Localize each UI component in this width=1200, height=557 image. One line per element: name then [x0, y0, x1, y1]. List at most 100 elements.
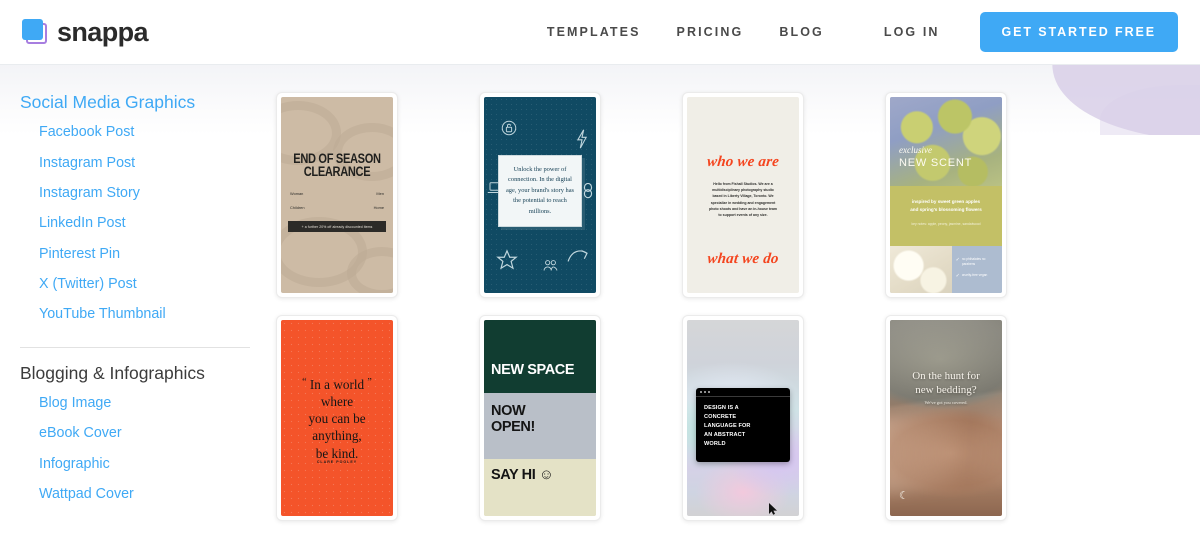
check-icon: ✓	[955, 257, 960, 263]
template-gallery: END OF SEASON CLEARANCE Woman Men Childr…	[276, 92, 1200, 521]
window-titlebar	[696, 388, 790, 397]
clearance-banner: + a further 20% off already discounted i…	[288, 221, 386, 232]
sidebar-item-youtube-thumbnail[interactable]: YouTube Thumbnail	[18, 299, 276, 329]
sidebar-item-facebook-post[interactable]: Facebook Post	[18, 117, 276, 147]
page-root: snappa TEMPLATES PRICING BLOG LOG IN GET…	[0, 0, 1200, 557]
template-card-clearance[interactable]: END OF SEASON CLEARANCE Woman Men Childr…	[276, 92, 398, 298]
new-scent-notes: key notes: apple, peony, jasmine, sandal…	[911, 222, 981, 227]
template-grid: END OF SEASON CLEARANCE Woman Men Childr…	[276, 92, 1178, 521]
template-thumbnail: NEW SPACE NOW OPEN! SAY HI ☺	[484, 320, 596, 516]
quote-line-1: In a world	[309, 377, 365, 392]
quote-line-5: be kind.	[315, 445, 359, 461]
who-we-are-headline: who we are	[706, 154, 780, 170]
template-card-who-we-are[interactable]: who we are Hello from Fishall Studios. W…	[682, 92, 804, 298]
clearance-category-woman: Woman	[290, 191, 304, 196]
category-sidebar: Social Media Graphics Facebook Post Inst…	[0, 92, 276, 521]
sidebar-item-ebook-cover[interactable]: eBook Cover	[18, 418, 276, 448]
template-card-new-scent[interactable]: exclusive NEW SCENT inspired by sweet gr…	[885, 92, 1007, 298]
new-scent-tagline-line1: inspired by sweet green apples	[911, 199, 981, 204]
sidebar-heading-blogging[interactable]: Blogging & Infographics	[18, 363, 276, 388]
new-space-band2-line2: OPEN!	[491, 419, 535, 436]
what-we-do-headline: what we do	[706, 251, 780, 267]
quote-line-3: you can be	[308, 411, 366, 427]
who-we-are-body: Hello from Fishall Studios. We are a mul…	[708, 182, 778, 218]
main-navigation: TEMPLATES PRICING BLOG LOG IN GET STARTE…	[547, 12, 1200, 52]
design-line-4: AN ABSTRACT	[704, 432, 746, 439]
design-line-3: LANGUAGE FOR	[704, 423, 751, 430]
new-scent-title: NEW SCENT	[899, 157, 973, 169]
lock-icon	[500, 119, 518, 137]
template-thumbnail: who we are Hello from Fishall Studios. W…	[687, 97, 799, 293]
bedding-headline-line2: new bedding?	[915, 383, 977, 396]
template-thumbnail: On the hunt for new bedding? We've got y…	[890, 320, 1002, 516]
template-card-bedding[interactable]: On the hunt for new bedding? We've got y…	[885, 315, 1007, 521]
new-space-band3-text: SAY HI ☺	[491, 467, 554, 483]
quote-line-2: where	[320, 394, 354, 410]
bedding-headline-line1: On the hunt for	[912, 370, 980, 382]
template-card-be-kind-quote[interactable]: “ In a world ” where you can be anything…	[276, 315, 398, 521]
sidebar-heading-social-media[interactable]: Social Media Graphics	[18, 92, 276, 117]
bedding-subline: We've got you covered.	[924, 400, 968, 405]
sidebar-group-social-media: Social Media Graphics Facebook Post Inst…	[18, 92, 276, 330]
template-thumbnail: DESIGN IS A CONCRETE LANGUAGE FOR AN ABS…	[687, 320, 799, 516]
new-scent-tagline-band: inspired by sweet green apples and sprin…	[890, 186, 1002, 246]
sidebar-item-instagram-post[interactable]: Instagram Post	[18, 147, 276, 177]
logo[interactable]: snappa	[22, 17, 149, 48]
bedding-headline: On the hunt for new bedding?	[898, 370, 994, 398]
be-kind-quote: “ In a world ” where you can be anything…	[288, 376, 386, 462]
nav-item-login[interactable]: LOG IN	[884, 19, 940, 45]
curved-arrow-icon	[566, 247, 590, 265]
apples-photo	[890, 97, 1002, 186]
site-header: snappa TEMPLATES PRICING BLOG LOG IN GET…	[0, 0, 1200, 65]
new-space-band1-text: NEW SPACE	[491, 362, 575, 378]
clearance-categories: Woman Men Children Home	[290, 191, 384, 210]
clearance-category-home: Home	[373, 205, 384, 210]
nav-item-blog[interactable]: BLOG	[779, 19, 824, 45]
clearance-category-men: Men	[376, 191, 384, 196]
browser-window-mock: DESIGN IS A CONCRETE LANGUAGE FOR AN ABS…	[696, 388, 790, 463]
open-quote-mark: “	[302, 377, 307, 388]
design-language-text: DESIGN IS A CONCRETE LANGUAGE FOR AN ABS…	[696, 397, 790, 462]
page-content: Social Media Graphics Facebook Post Inst…	[0, 65, 1200, 521]
window-dot-icon	[704, 391, 706, 393]
nav-item-templates[interactable]: TEMPLATES	[547, 19, 641, 45]
clearance-category-children: Children	[290, 205, 305, 210]
star-icon	[496, 249, 518, 271]
sidebar-item-wattpad-cover[interactable]: Wattpad Cover	[18, 479, 276, 509]
clearance-title-line2: CLEARANCE	[303, 164, 371, 179]
window-dot-icon	[700, 391, 702, 393]
design-line-2: CONCRETE	[704, 414, 737, 421]
sidebar-group-blogging: Blogging & Infographics Blog Image eBook…	[18, 363, 276, 510]
template-card-design-language[interactable]: DESIGN IS A CONCRETE LANGUAGE FOR AN ABS…	[682, 315, 804, 521]
window-dot-icon	[708, 391, 710, 393]
sidebar-item-blog-image[interactable]: Blog Image	[18, 388, 276, 418]
sidebar-item-pinterest-pin[interactable]: Pinterest Pin	[18, 239, 276, 269]
template-card-unlock-power[interactable]: Unlock the power of connection. In the d…	[479, 92, 601, 298]
new-scent-tagline-line2: and spring's blossoming flowers	[910, 207, 982, 213]
sidebar-item-infographic[interactable]: Infographic	[18, 448, 276, 478]
template-thumbnail: END OF SEASON CLEARANCE Woman Men Childr…	[281, 97, 393, 293]
quote-line-4: anything,	[312, 428, 362, 444]
unlock-quote-text: Unlock the power of connection. In the d…	[498, 155, 582, 227]
flower-photo	[890, 246, 952, 293]
snappa-logo-icon	[22, 19, 48, 45]
template-thumbnail: “ In a world ” where you can be anything…	[281, 320, 393, 516]
design-line-5: WORLD	[704, 441, 726, 448]
sidebar-divider	[20, 346, 250, 348]
new-scent-claim-1: no phthalates no parabens	[961, 257, 986, 266]
get-started-free-button[interactable]: GET STARTED FREE	[979, 12, 1178, 52]
lightning-bolt-icon	[575, 129, 589, 149]
loop-icon	[582, 183, 594, 199]
sidebar-item-linkedin-post[interactable]: LinkedIn Post	[18, 208, 276, 238]
sidebar-item-x-twitter-post[interactable]: X (Twitter) Post	[18, 269, 276, 299]
new-scent-eyebrow: exclusive	[899, 145, 932, 155]
sidebar-item-instagram-story[interactable]: Instagram Story	[18, 178, 276, 208]
new-space-band2-line1: NOW	[491, 403, 526, 419]
new-space-band2-text: NOW OPEN!	[491, 403, 535, 435]
check-icon: ✓	[955, 272, 960, 279]
people-icon	[542, 258, 559, 273]
template-thumbnail: exclusive NEW SCENT inspired by sweet gr…	[890, 97, 1002, 293]
template-thumbnail: Unlock the power of connection. In the d…	[484, 97, 596, 293]
template-card-new-space[interactable]: NEW SPACE NOW OPEN! SAY HI ☺	[479, 315, 601, 521]
nav-item-pricing[interactable]: PRICING	[677, 19, 744, 45]
